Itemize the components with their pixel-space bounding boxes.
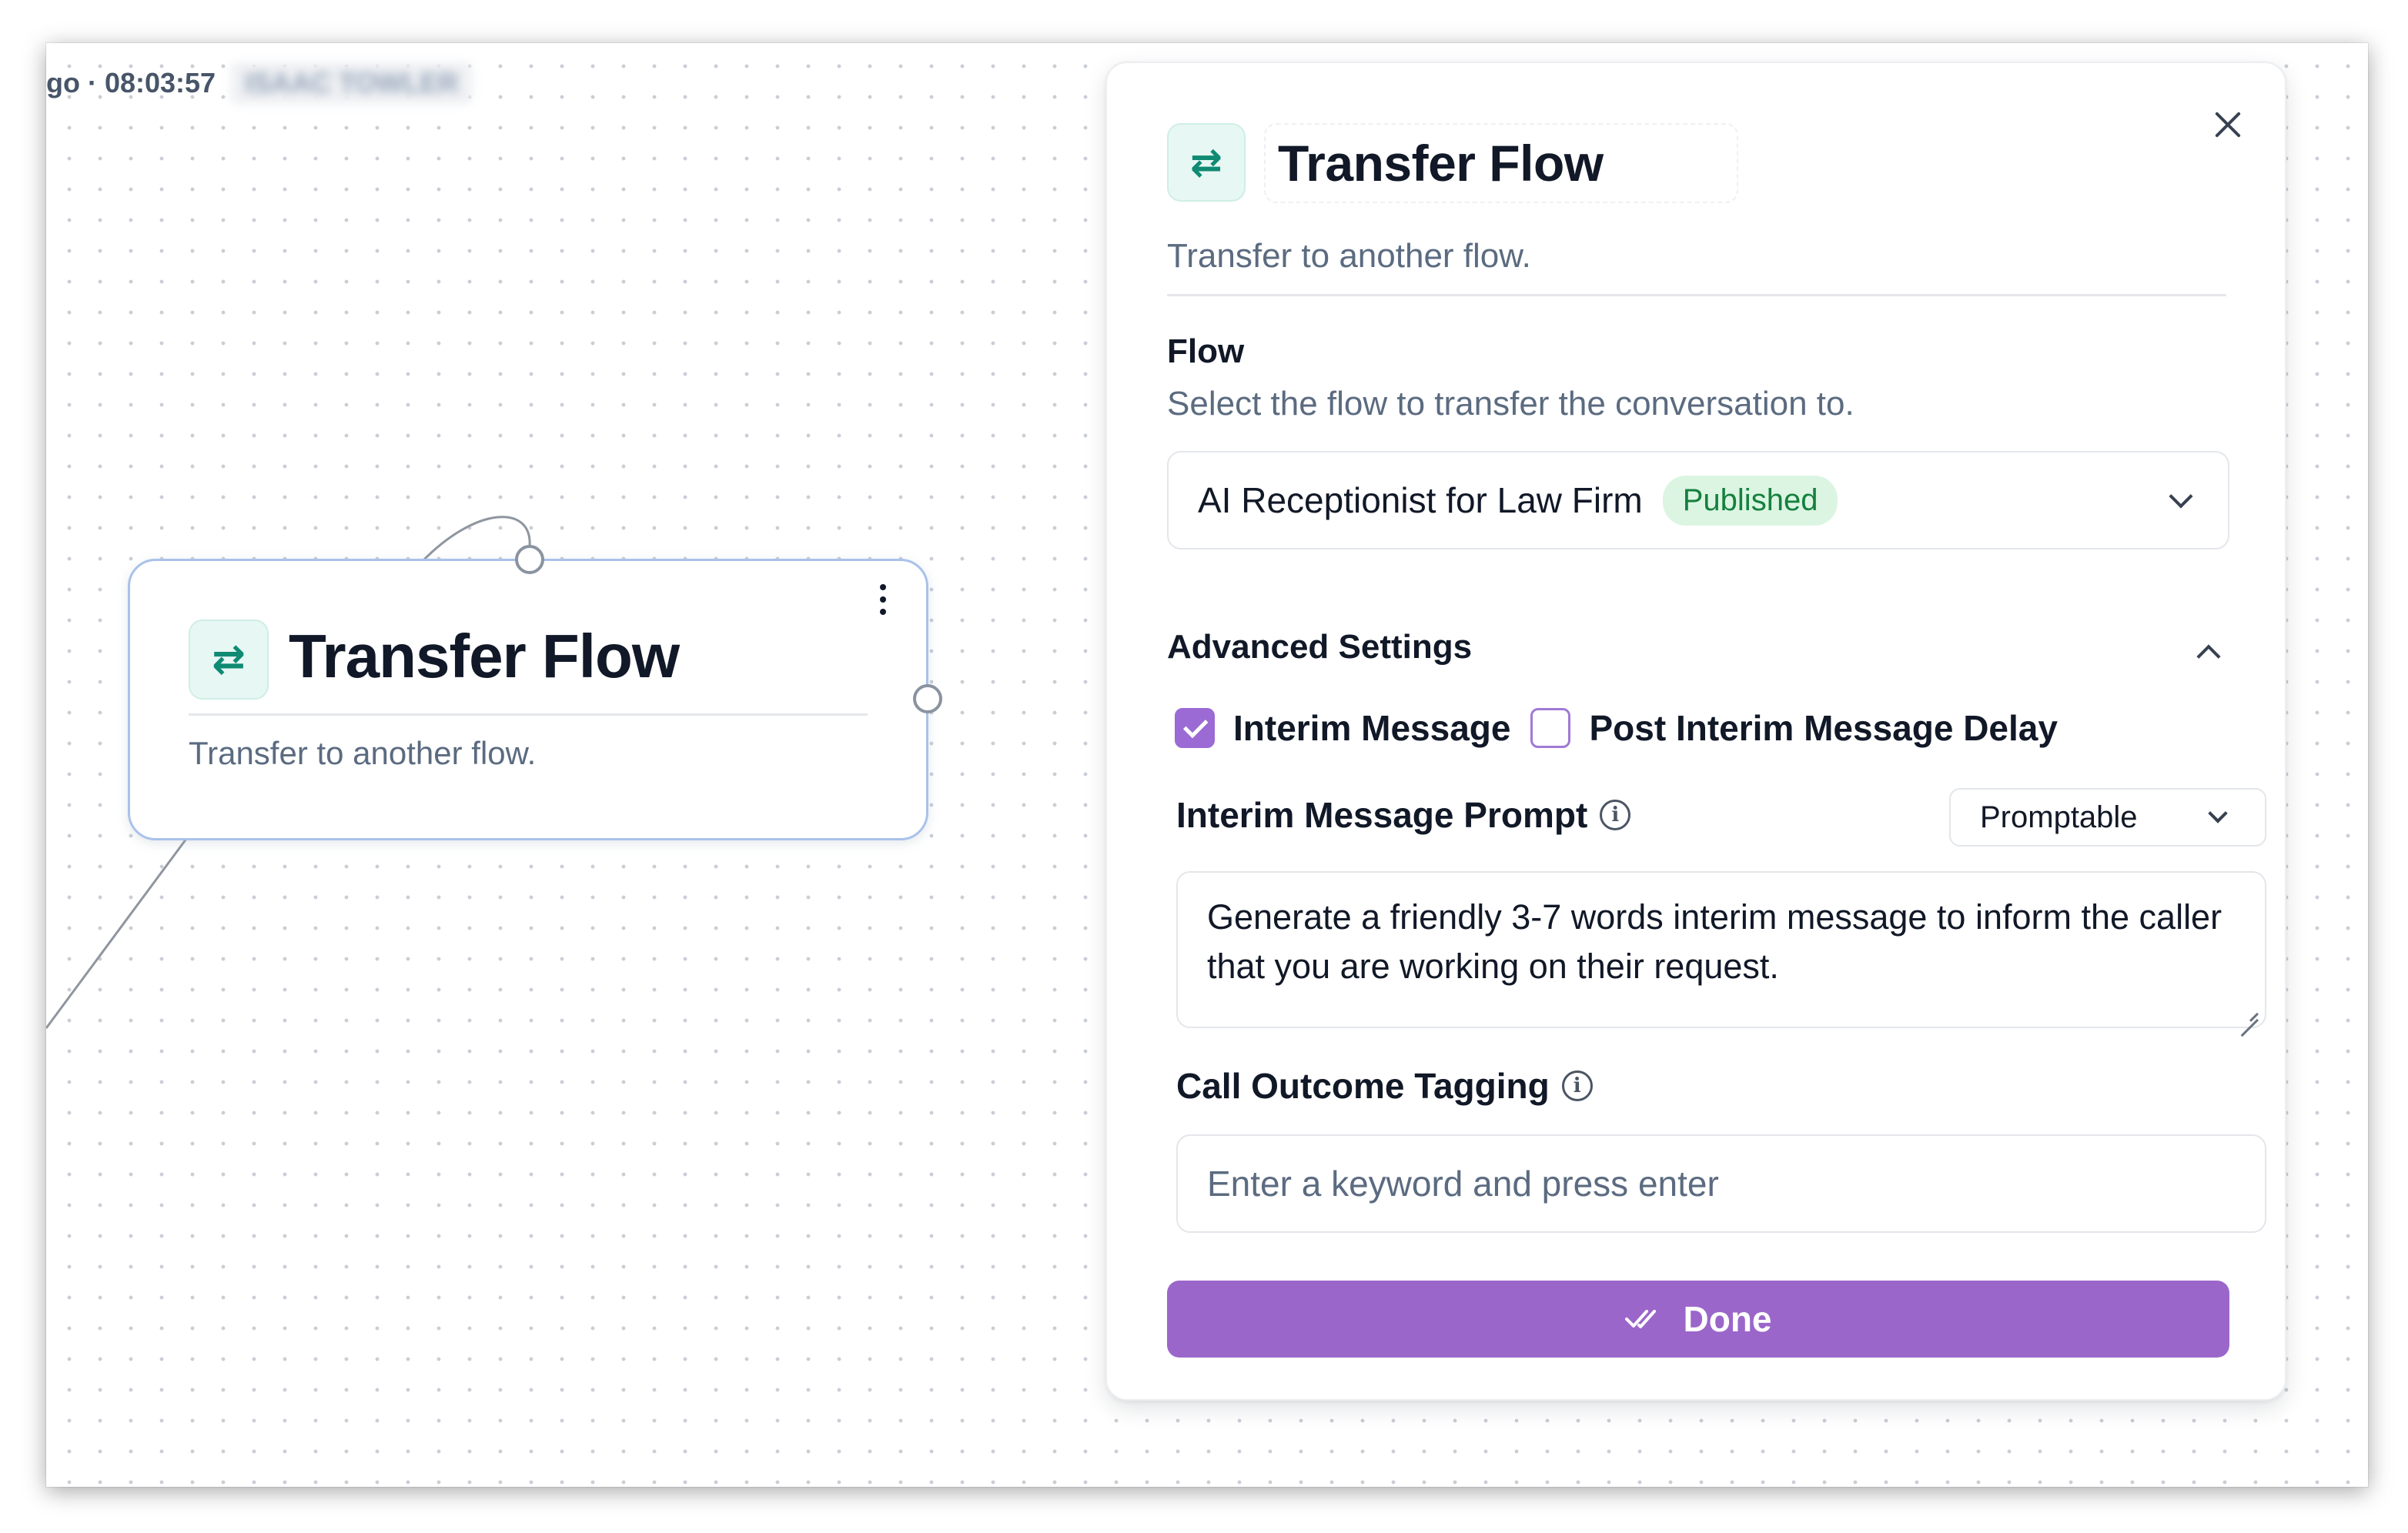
call-outcome-label-row: Call Outcome Tagging i <box>1176 1065 1593 1107</box>
post-interim-delay-label: Post Interim Message Delay <box>1589 708 2058 748</box>
resize-handle-icon[interactable] <box>2240 1002 2260 1022</box>
flow-label: Flow <box>1167 332 1245 370</box>
chevron-up-icon <box>2196 644 2221 669</box>
interim-prompt-label: Interim Message Prompt <box>1176 795 1588 835</box>
flow-select[interactable]: AI Receptionist for Law Firm Published <box>1167 451 2229 549</box>
transfer-arrows-icon: ⇄ <box>189 620 269 700</box>
post-interim-delay-checkbox[interactable] <box>1530 708 1571 748</box>
canvas-header-text: go · 08:03:57 <box>46 67 216 99</box>
call-outcome-input[interactable] <box>1176 1134 2266 1233</box>
edge-incoming <box>420 516 531 563</box>
node-divider <box>189 713 868 716</box>
node-output-handle[interactable] <box>913 684 942 713</box>
transfer-arrows-icon: ⇄ <box>1167 123 1246 202</box>
panel-subtitle: Transfer to another flow. <box>1167 237 1531 275</box>
interim-prompt-textarea[interactable]: Generate a friendly 3-7 words interim me… <box>1176 871 2266 1028</box>
panel-title-input[interactable]: Transfer Flow <box>1264 123 1738 203</box>
app-window: go · 08:03:57 ISAAC TOWLER ⇄ Transfer Fl… <box>46 43 2368 1487</box>
node-input-handle[interactable] <box>515 545 544 574</box>
done-button[interactable]: Done <box>1167 1281 2229 1358</box>
advanced-settings-toggle[interactable] <box>2192 636 2226 670</box>
call-outcome-label: Call Outcome Tagging <box>1176 1066 1550 1106</box>
redacted-name: ISAAC TOWLER <box>231 62 473 104</box>
flow-description: Select the flow to transfer the conversa… <box>1167 385 1854 422</box>
node-settings-panel: ⇄ Transfer Flow Transfer to another flow… <box>1105 62 2286 1401</box>
node-more-menu-icon[interactable] <box>874 581 892 618</box>
advanced-settings-label: Advanced Settings <box>1167 628 1473 666</box>
interim-message-checkbox[interactable] <box>1175 708 1215 748</box>
node-title: Transfer Flow <box>289 622 680 690</box>
done-button-label: Done <box>1683 1299 1772 1339</box>
double-check-icon <box>1624 1310 1656 1328</box>
info-icon[interactable]: i <box>1561 1070 1593 1101</box>
interim-prompt-text: Generate a friendly 3-7 words interim me… <box>1207 897 2222 986</box>
panel-divider <box>1167 294 2226 296</box>
node-subtitle: Transfer to another flow. <box>189 735 537 771</box>
edge-outgoing <box>46 838 188 1029</box>
transfer-flow-node[interactable]: ⇄ Transfer Flow Transfer to another flow… <box>128 545 942 840</box>
flow-select-value: AI Receptionist for Law Firm <box>1198 480 1643 520</box>
chevron-down-icon <box>2208 803 2228 823</box>
info-icon[interactable]: i <box>1600 800 1631 830</box>
interim-prompt-label-row: Interim Message Prompt i <box>1176 794 1631 836</box>
prompt-mode-value: Promptable <box>1980 800 2138 834</box>
prompt-mode-select[interactable]: Promptable <box>1949 788 2266 847</box>
advanced-checkboxes: Interim Message Post Interim Message Del… <box>1175 705 2058 751</box>
chevron-down-icon <box>2169 484 2193 509</box>
status-badge: Published <box>1662 475 1838 526</box>
close-icon[interactable] <box>2205 102 2251 148</box>
interim-message-label: Interim Message <box>1233 708 1511 748</box>
canvas-header: go · 08:03:57 ISAAC TOWLER <box>46 60 473 106</box>
